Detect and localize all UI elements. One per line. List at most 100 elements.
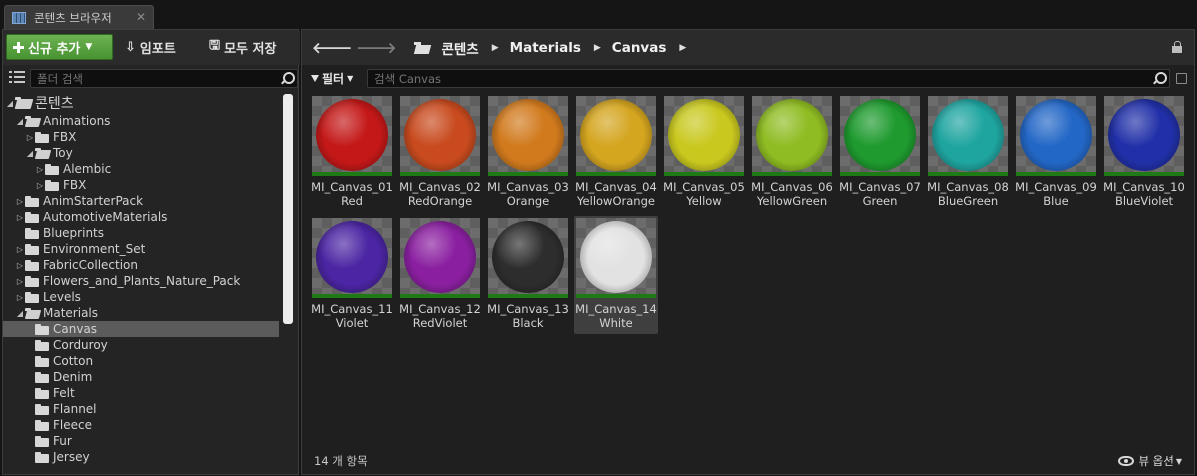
tree-item[interactable]: Denim bbox=[3, 369, 273, 385]
content-browser-tab[interactable]: 콘텐츠 브라우저 ✕ bbox=[4, 5, 154, 30]
chevron-down-icon: ▼ bbox=[85, 42, 93, 52]
asset-search-input[interactable] bbox=[374, 71, 1134, 86]
collapsed-arrow-icon[interactable]: ▷ bbox=[25, 133, 35, 142]
tree-item-label: AnimStarterPack bbox=[43, 194, 144, 208]
asset-thumbnail bbox=[312, 96, 392, 176]
close-tab-icon[interactable]: ✕ bbox=[136, 10, 146, 24]
asset-tile[interactable]: MI_Canvas_05 Yellow bbox=[662, 94, 746, 212]
tree-item[interactable]: ▷ FabricCollection bbox=[3, 257, 273, 273]
folder-icon bbox=[25, 275, 39, 287]
view-options-button[interactable]: 뷰 옵션 ▼ bbox=[1118, 453, 1182, 469]
collapsed-arrow-icon[interactable]: ▷ bbox=[15, 197, 25, 206]
asset-name-line2: Black bbox=[512, 316, 544, 330]
collapsed-arrow-icon[interactable]: ▷ bbox=[15, 293, 25, 302]
folder-icon bbox=[35, 355, 49, 367]
search-icon[interactable] bbox=[1152, 72, 1167, 86]
asset-tile[interactable]: MI_Canvas_01 Red bbox=[310, 94, 394, 212]
tree-item[interactable]: ▷ Environment_Set bbox=[3, 241, 273, 257]
tree-item[interactable]: ▷ AutomotiveMaterials bbox=[3, 209, 273, 225]
tree-item[interactable]: ◢ Materials bbox=[3, 305, 273, 321]
asset-tile[interactable]: MI_Canvas_09 Blue bbox=[1014, 94, 1098, 212]
asset-thumbnail bbox=[664, 96, 744, 176]
tree-item[interactable]: ▷ FBX bbox=[3, 177, 273, 193]
collapsed-arrow-icon[interactable]: ▷ bbox=[15, 277, 25, 286]
folder-search-input[interactable] bbox=[37, 71, 267, 86]
expanded-arrow-icon[interactable]: ◢ bbox=[15, 117, 25, 126]
folder-icon bbox=[35, 451, 49, 463]
asset-tile[interactable]: MI_Canvas_06 YellowGreen bbox=[750, 94, 834, 212]
tree-item-label: Flowers_and_Plants_Nature_Pack bbox=[43, 274, 241, 288]
folder-open-icon bbox=[25, 307, 39, 319]
lock-icon[interactable] bbox=[1172, 41, 1182, 53]
expanded-arrow-icon[interactable]: ◢ bbox=[25, 149, 35, 158]
save-all-button[interactable]: 🖫 모두 저장 bbox=[209, 34, 276, 60]
expanded-arrow-icon[interactable]: ◢ bbox=[15, 309, 25, 318]
tree-item[interactable]: Blueprints bbox=[3, 225, 273, 241]
tree-item-label: Blueprints bbox=[43, 226, 105, 240]
tree-item[interactable]: ▷ Alembic bbox=[3, 161, 273, 177]
folder-icon bbox=[25, 291, 39, 303]
folder-icon bbox=[45, 163, 59, 175]
import-button[interactable]: ⇩ 임포트 bbox=[125, 34, 176, 60]
asset-name-line2: Green bbox=[862, 194, 898, 208]
breadcrumb-separator-icon[interactable]: ▶ bbox=[492, 43, 499, 53]
save-search-icon[interactable] bbox=[1176, 73, 1187, 84]
asset-tile[interactable]: MI_Canvas_14 White bbox=[574, 216, 658, 334]
asset-tile[interactable]: MI_Canvas_03 Orange bbox=[486, 94, 570, 212]
tree-item[interactable]: ◢ Toy bbox=[3, 145, 273, 161]
expanded-arrow-icon[interactable]: ◢ bbox=[5, 99, 15, 108]
asset-tile[interactable]: MI_Canvas_11 Violet bbox=[310, 216, 394, 334]
folder-search-row bbox=[3, 65, 300, 90]
tree-item[interactable]: ▷ Flowers_and_Plants_Nature_Pack bbox=[3, 273, 273, 289]
tree-item[interactable]: ▷ FBX bbox=[3, 129, 273, 145]
tree-item[interactable]: ▷ Levels bbox=[3, 289, 273, 305]
collapsed-arrow-icon[interactable]: ▷ bbox=[15, 245, 25, 254]
sources-panel: 신규 추가 ▼ ⇩ 임포트 🖫 모두 저장 ◢ 콘텐츠 ◢ Animations ▷ FB… bbox=[2, 29, 300, 475]
tree-item[interactable]: Fur bbox=[3, 433, 273, 449]
asset-name-line2: Blue bbox=[1043, 194, 1069, 208]
asset-name-line1: MI_Canvas_13 bbox=[487, 302, 569, 316]
tree-item[interactable]: Corduroy bbox=[3, 337, 273, 353]
asset-name-line1: MI_Canvas_05 bbox=[663, 180, 745, 194]
filter-button[interactable]: 필터 ▼ bbox=[311, 70, 353, 87]
collapsed-arrow-icon[interactable]: ▷ bbox=[35, 181, 45, 190]
breadcrumb-canvas[interactable]: Canvas bbox=[612, 40, 667, 56]
material-sphere bbox=[580, 99, 652, 171]
add-new-button[interactable]: 신규 추가 ▼ bbox=[6, 34, 113, 60]
material-sphere bbox=[316, 99, 388, 171]
tree-item[interactable]: Flannel bbox=[3, 401, 273, 417]
search-icon[interactable] bbox=[280, 72, 295, 86]
collapsed-arrow-icon[interactable]: ▷ bbox=[15, 261, 25, 270]
tree-item[interactable]: Cotton bbox=[3, 353, 273, 369]
asset-type-bar bbox=[488, 172, 568, 176]
asset-tile[interactable]: MI_Canvas_07 Green bbox=[838, 94, 922, 212]
breadcrumb-materials[interactable]: Materials bbox=[510, 40, 581, 56]
breadcrumb-separator-icon[interactable]: ▶ bbox=[594, 43, 601, 53]
asset-tile[interactable]: MI_Canvas_04 YellowOrange bbox=[574, 94, 658, 212]
tree-item[interactable]: Canvas bbox=[3, 321, 279, 337]
asset-tile[interactable]: MI_Canvas_10 BlueViolet bbox=[1102, 94, 1186, 212]
forward-arrow-icon[interactable]: 🡒 bbox=[356, 38, 396, 57]
asset-type-bar bbox=[400, 294, 480, 298]
asset-tile[interactable]: MI_Canvas_08 BlueGreen bbox=[926, 94, 1010, 212]
tree-scrollbar[interactable] bbox=[283, 94, 293, 324]
back-arrow-icon[interactable]: 🡐 bbox=[312, 38, 352, 57]
material-sphere bbox=[404, 221, 476, 293]
asset-tile[interactable]: MI_Canvas_02 RedOrange bbox=[398, 94, 482, 212]
collapsed-arrow-icon[interactable]: ▷ bbox=[15, 213, 25, 222]
breadcrumb-separator-icon[interactable]: ▶ bbox=[679, 43, 686, 53]
folder-icon bbox=[35, 339, 49, 351]
tree-item[interactable]: ▷ AnimStarterPack bbox=[3, 193, 273, 209]
tree-item[interactable]: Felt bbox=[3, 385, 273, 401]
tree-item-label: Levels bbox=[43, 290, 81, 304]
breadcrumb-content[interactable]: 콘텐츠 bbox=[441, 38, 478, 58]
collapsed-arrow-icon[interactable]: ▷ bbox=[35, 165, 45, 174]
asset-name-line2: Orange bbox=[506, 194, 550, 208]
sources-toggle-icon[interactable] bbox=[9, 71, 25, 84]
tree-item[interactable]: Fleece bbox=[3, 417, 273, 433]
tree-item[interactable]: ◢ 콘텐츠 bbox=[3, 94, 273, 112]
tree-item[interactable]: ◢ Animations bbox=[3, 113, 273, 129]
tree-item[interactable]: Jersey bbox=[3, 449, 273, 465]
asset-tile[interactable]: MI_Canvas_12 RedViolet bbox=[398, 216, 482, 334]
asset-tile[interactable]: MI_Canvas_13 Black bbox=[486, 216, 570, 334]
